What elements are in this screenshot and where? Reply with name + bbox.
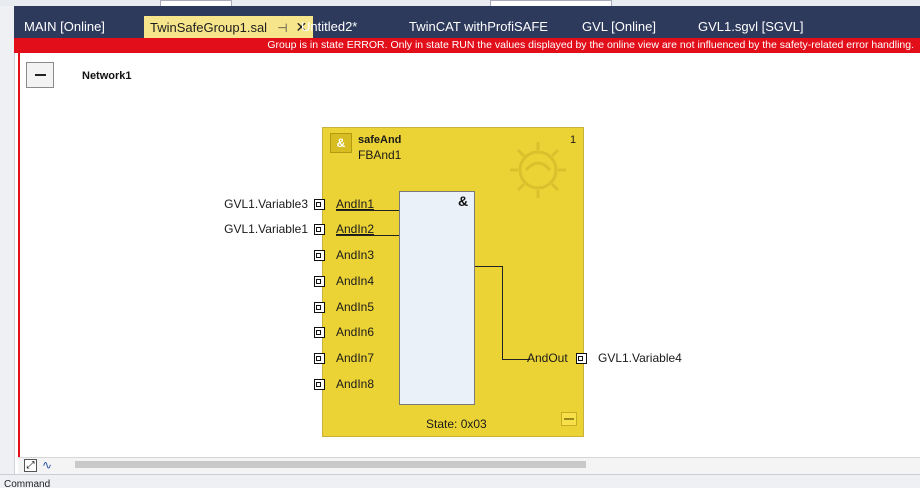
tab-main-online[interactable]: MAIN [Online]	[24, 16, 105, 38]
input-wire	[336, 235, 399, 236]
input-pin-icon[interactable]	[314, 353, 325, 364]
output-wire	[475, 266, 503, 267]
tab-label: TwinCAT withProfiSAFE	[409, 19, 548, 34]
output-pin-icon[interactable]	[576, 353, 587, 364]
input-pin-icon[interactable]	[314, 276, 325, 287]
tab-twincat-profisafe[interactable]: TwinCAT withProfiSAFE	[409, 16, 548, 38]
and-operator: &	[458, 193, 469, 209]
input-pin-label: AndIn6	[336, 325, 375, 339]
input-pin-label: AndIn4	[336, 274, 375, 288]
tools-icon[interactable]: ⤢	[24, 459, 37, 472]
network-title: Network1	[82, 70, 132, 82]
output-variable[interactable]: GVL1.Variable4	[598, 351, 682, 365]
horizontal-scrollbar[interactable]	[75, 461, 586, 468]
input-pin-icon[interactable]	[314, 224, 325, 235]
input-pin-icon[interactable]	[314, 199, 325, 210]
tab-gvl1-sgvl[interactable]: GVL1.sgvl [SGVL]	[698, 16, 804, 38]
block-state: State: 0x03	[426, 417, 487, 431]
input-pin-icon[interactable]	[314, 379, 325, 390]
input-pin-icon[interactable]	[314, 327, 325, 338]
tab-label: Untitled2*	[301, 19, 358, 34]
left-rail	[0, 6, 15, 487]
gear-watermark-icon	[510, 142, 566, 198]
input-pin-icon[interactable]	[314, 250, 325, 261]
input-pin-label: AndIn1	[336, 197, 375, 211]
command-label: Command	[4, 479, 51, 490]
error-banner: Group is in state ERROR. Only in state R…	[14, 38, 920, 53]
input-pin-label: AndIn5	[336, 300, 375, 314]
signal-icon[interactable]: ∿	[42, 458, 52, 472]
output-wire	[502, 266, 503, 360]
output-pin-label: AndOut	[527, 351, 568, 365]
input-variable[interactable]: GVL1.Variable1	[212, 222, 308, 236]
and-icon: &	[330, 133, 352, 153]
collapse-button[interactable]	[26, 62, 54, 88]
input-variable[interactable]: GVL1.Variable3	[212, 197, 308, 211]
tab-gvl-online[interactable]: GVL [Online]	[582, 16, 656, 38]
input-pin-label: AndIn8	[336, 377, 375, 391]
block-type: safeAnd	[358, 134, 402, 146]
status-badge[interactable]	[561, 412, 577, 426]
pin-icon[interactable]: ⊣	[277, 21, 287, 35]
block-number: 1	[570, 134, 577, 146]
collapse-icon	[35, 74, 46, 76]
input-pin-icon[interactable]	[314, 302, 325, 313]
output-wire	[502, 359, 530, 360]
tab-label: TwinSafeGroup1.sal	[150, 20, 268, 35]
block-instance: FBAnd1	[358, 148, 402, 162]
tab-label: MAIN [Online]	[24, 19, 105, 34]
tab-twinsafegroup1[interactable]: TwinSafeGroup1.sal ⊣ ✕	[144, 16, 314, 38]
input-pin-label: AndIn2	[336, 222, 375, 236]
document-tab-strip: MAIN [Online] TwinSafeGroup1.sal ⊣ ✕ Untit…	[14, 6, 920, 38]
input-wire	[336, 210, 399, 211]
tab-label: GVL [Online]	[582, 19, 656, 34]
command-panel: Command	[0, 474, 920, 490]
tab-label: GVL1.sgvl [SGVL]	[698, 19, 804, 34]
input-pin-label: AndIn7	[336, 351, 375, 365]
input-pin-label: AndIn3	[336, 248, 375, 262]
and-logic-box	[399, 191, 475, 405]
tab-untitled2[interactable]: Untitled2*	[301, 16, 357, 38]
